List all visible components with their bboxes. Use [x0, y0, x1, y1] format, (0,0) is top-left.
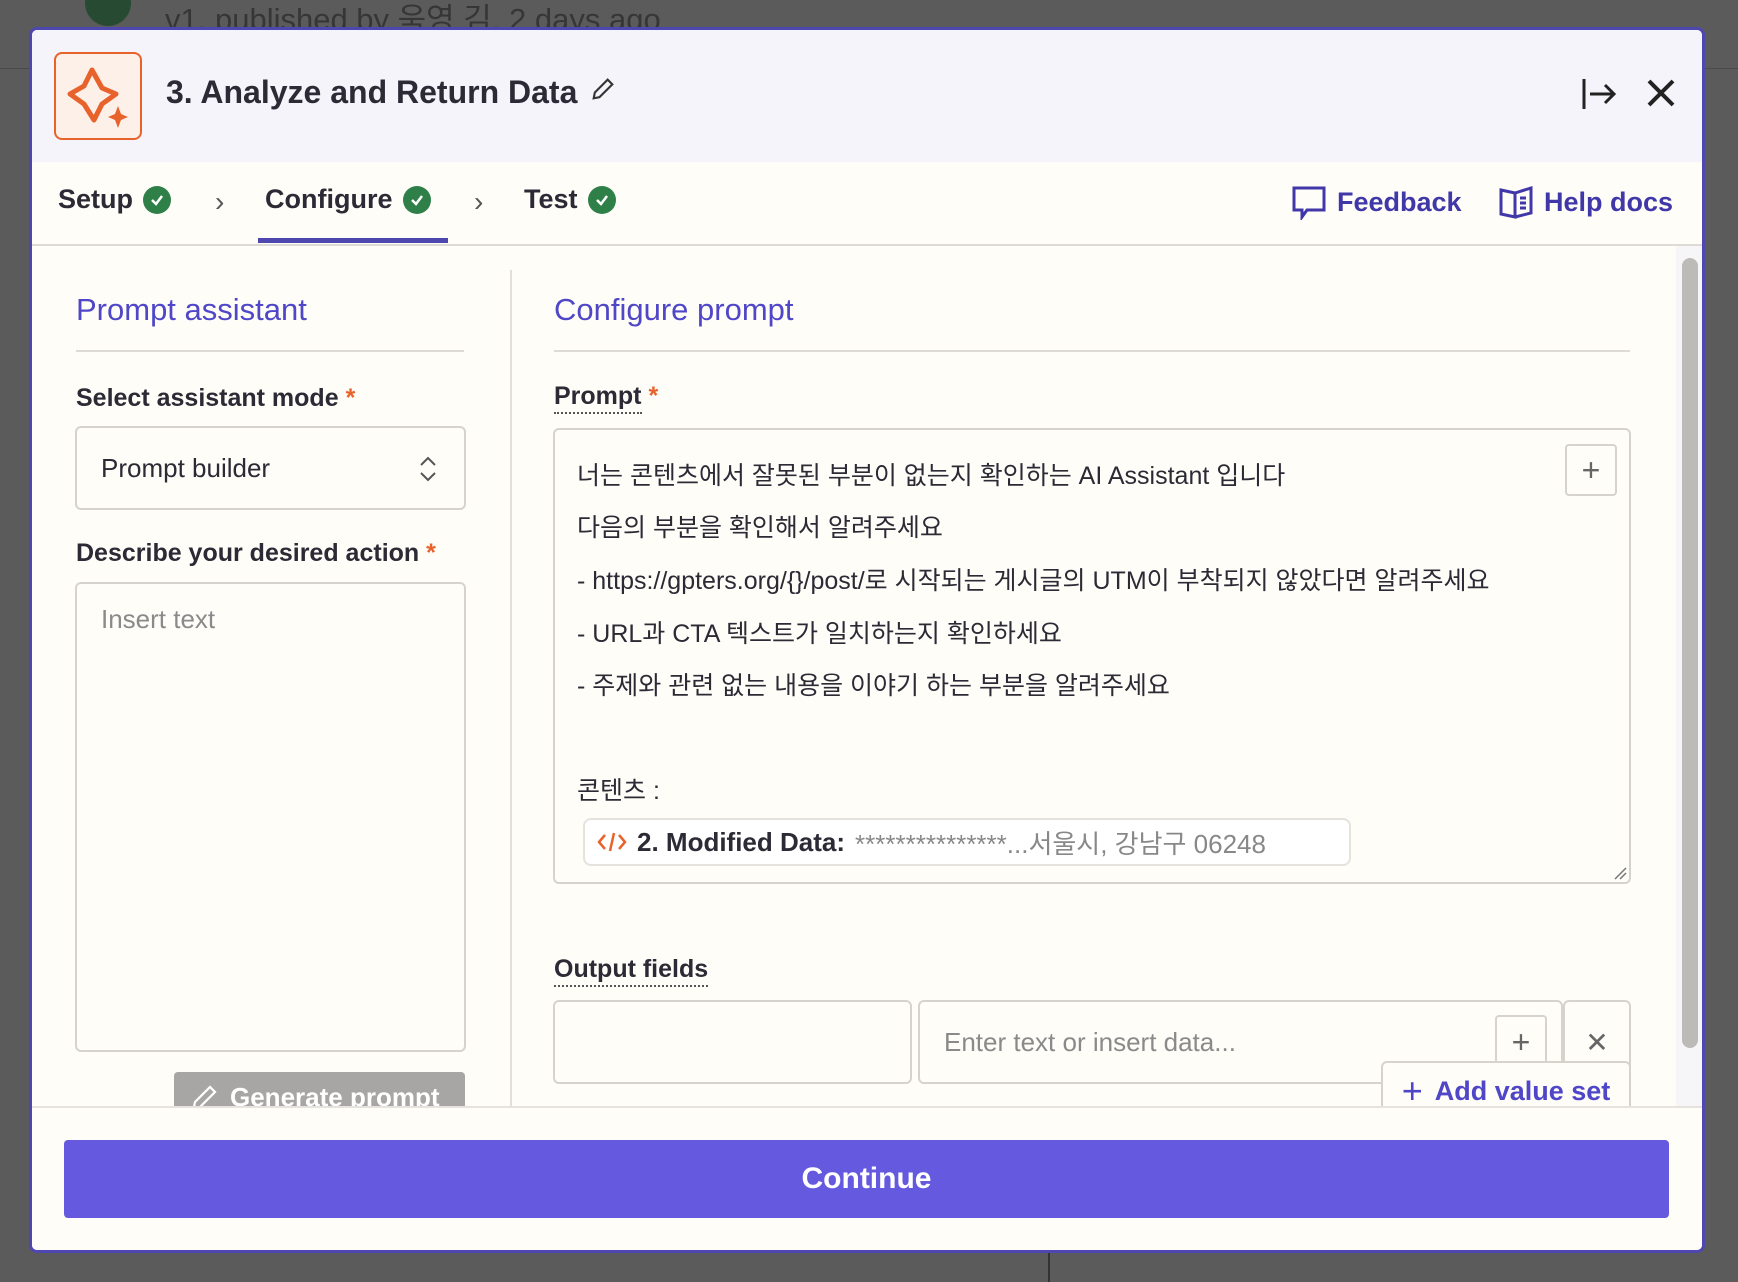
chevron-right-icon: › [474, 186, 484, 217]
continue-button[interactable]: Continue [64, 1140, 1669, 1218]
assistant-mode-select[interactable]: Prompt builder [75, 426, 466, 510]
placeholder: Insert text [101, 604, 216, 634]
panel-divider [510, 270, 512, 1130]
tab-label: Setup [58, 184, 134, 214]
mode-label: Select assistant mode * [76, 384, 356, 412]
scrollbar[interactable] [1682, 258, 1698, 1048]
tab-configure[interactable]: Configure [265, 184, 431, 215]
step-tabs: Setup › Configure › Test Feedback Help d… [32, 162, 1702, 246]
chevron-right-icon: › [215, 186, 225, 217]
code-icon [597, 832, 627, 852]
check-icon [143, 185, 172, 214]
prompt-line: - URL과 CTA 텍스트가 일치하는지 확인하세요 [577, 620, 1062, 648]
close-icon[interactable] [1644, 76, 1678, 115]
help-docs-link[interactable]: Help docs [1498, 184, 1673, 220]
book-icon [1499, 185, 1533, 219]
configure-prompt-heading: Configure prompt [554, 292, 794, 327]
step-title: 3. Analyze and Return Data [166, 74, 617, 111]
pill-value: ***************...서울시, 강남구 06248 [855, 828, 1266, 859]
pencil-icon[interactable] [589, 74, 617, 111]
action-label-text: Describe your desired action [76, 539, 420, 567]
close-icon: ✕ [1585, 1026, 1609, 1058]
prompt-editor[interactable]: 너는 콘텐츠에서 잘못된 부분이 없는지 확인하는 AI Assistant 입… [553, 428, 1631, 884]
tab-test[interactable]: Test [524, 184, 616, 215]
mode-value: Prompt builder [101, 452, 271, 483]
placeholder: Enter text or insert data... [944, 1026, 1236, 1057]
prompt-line: 너는 콘텐츠에서 잘못된 부분이 없는지 확인하는 AI Assistant 입… [577, 462, 1286, 490]
select-arrows-icon [420, 456, 436, 482]
plus-icon: + [1581, 451, 1601, 488]
tab-label: Configure [265, 184, 393, 214]
active-tab-indicator [258, 238, 448, 243]
plus-icon: + [1511, 1023, 1531, 1060]
modal-header: 3. Analyze and Return Data [32, 30, 1702, 162]
tab-label: Test [524, 184, 578, 214]
divider [1048, 1252, 1050, 1282]
prompt-line: 콘텐츠 : [577, 777, 660, 805]
check-icon [587, 185, 616, 214]
step-modal: 3. Analyze and Return Data Setup › Confi… [29, 27, 1705, 1253]
divider [76, 350, 464, 352]
mode-label-text: Select assistant mode [76, 384, 339, 412]
insert-data-button[interactable]: + [1565, 444, 1617, 496]
prompt-line: - 주제와 관련 없는 내용을 이야기 하는 부분을 알려주세요 [577, 672, 1170, 700]
prompt-line: 다음의 부분을 확인해서 알려주세요 [577, 514, 943, 542]
prompt-label-text: Prompt [554, 382, 642, 414]
avatar [85, 0, 131, 26]
prompt-assistant-heading: Prompt assistant [76, 292, 307, 327]
action-label: Describe your desired action * [76, 539, 436, 567]
feedback-label: Feedback [1337, 186, 1462, 217]
desired-action-textarea[interactable]: Insert text [75, 582, 466, 1052]
title-text: 3. Analyze and Return Data [166, 74, 578, 110]
prompt-line: - https://gpters.org/{}/post/로 시작되는 게시글의… [577, 567, 1490, 595]
ai-sparkle-icon [54, 52, 142, 140]
data-pill[interactable]: 2. Modified Data: ***************...서울시,… [583, 818, 1351, 866]
prompt-label: Prompt * [554, 382, 658, 414]
help-docs-label: Help docs [1544, 186, 1674, 217]
output-label-text: Output fields [554, 955, 709, 987]
tab-setup[interactable]: Setup [58, 184, 172, 215]
continue-label: Continue [801, 1162, 932, 1195]
divider [554, 350, 1630, 352]
pill-label: 2. Modified Data: [637, 826, 846, 857]
modal-footer: Continue [32, 1106, 1702, 1250]
add-value-set-label: Add value set [1434, 1075, 1611, 1106]
output-key-input[interactable] [553, 1000, 912, 1084]
check-icon [402, 185, 431, 214]
feedback-link[interactable]: Feedback [1291, 184, 1462, 220]
feedback-icon [1292, 186, 1326, 220]
output-fields-label: Output fields [554, 955, 709, 987]
resize-handle-icon[interactable] [1613, 866, 1627, 880]
collapse-panel-icon[interactable] [1580, 74, 1620, 119]
